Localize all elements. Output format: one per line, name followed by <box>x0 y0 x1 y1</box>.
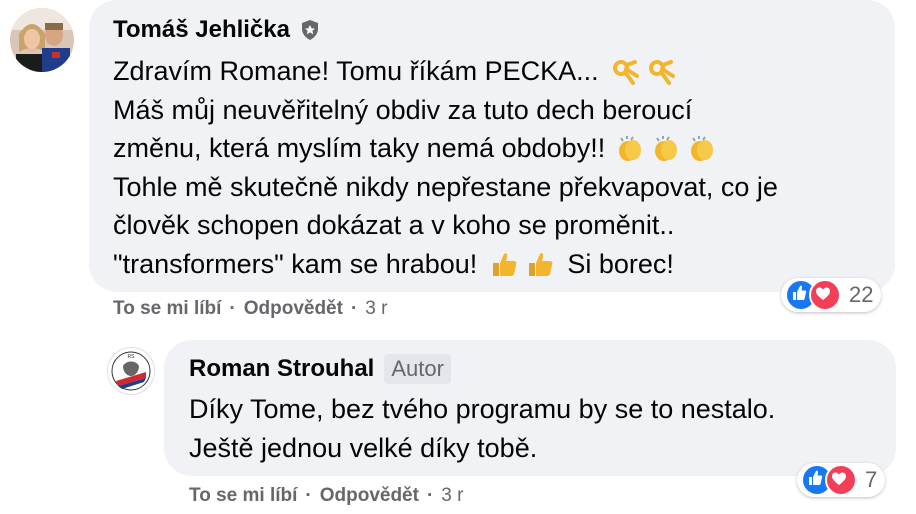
comment-line-suffix: Si borec! <box>567 248 674 279</box>
ok-hand-icon <box>645 56 675 86</box>
clapping-hands-icon <box>687 133 717 163</box>
reply-actions: To se mi líbí · Odpovědět · 3 r <box>189 485 463 507</box>
reply-time[interactable]: 3 r <box>441 485 463 507</box>
reply-author[interactable]: Roman Strouhal <box>189 354 374 384</box>
love-reaction-icon <box>825 464 857 496</box>
reply-text: Díky Tome, bez tvého programu by se to n… <box>189 390 775 467</box>
like-link[interactable]: To se mi líbí <box>113 298 221 320</box>
reaction-count: 7 <box>865 467 878 492</box>
reply-reactions[interactable]: 7 <box>797 463 886 497</box>
comment-line-text: "transformers" kam se hrabou! <box>113 248 478 279</box>
shield-icon <box>300 19 320 41</box>
comment-author[interactable]: Tomáš Jehlička <box>113 15 290 45</box>
reply-line-text: Díky Tome, bez tvého programu by se to n… <box>189 394 776 424</box>
comment-time[interactable]: 3 r <box>365 298 387 320</box>
comment-line: "transformers" kam se hrabou! Si borec! <box>113 245 778 284</box>
author-badge: Autor <box>384 354 451 384</box>
svg-text:RS: RS <box>128 354 136 360</box>
thumbs-up-icon <box>489 249 519 279</box>
comment-text: Zdravím Romane! Tomu říkám PECKA... Máš … <box>113 52 778 283</box>
reply-line: Ještě jednou velké díky tobě. <box>189 429 775 468</box>
comment-author-row: Tomáš Jehlička <box>113 15 778 45</box>
reply-link[interactable]: Odpovědět <box>320 485 419 507</box>
comment-line-text: člověk schopen dokázat a v koho se promě… <box>113 210 675 240</box>
reaction-count: 22 <box>849 282 874 307</box>
reply-author-row: Roman Strouhal Autor <box>189 354 775 384</box>
reply-bubble: Roman Strouhal Autor Díky Tome, bez tvéh… <box>164 340 896 476</box>
comment-actions: To se mi líbí · Odpovědět · 3 r <box>113 298 387 320</box>
separator-dot: · <box>229 298 236 319</box>
comment-line-text: Máš můj neuvěřitelný obdiv za tuto dech … <box>113 94 693 125</box>
reply-line-text: Ještě jednou velké díky tobě. <box>189 432 538 463</box>
reply-link[interactable]: Odpovědět <box>244 298 343 320</box>
avatar-roman[interactable]: RS <box>107 347 155 395</box>
separator-dot: · <box>426 485 434 506</box>
ok-hand-icon <box>609 56 639 86</box>
comment-line: Máš můj neuvěřitelný obdiv za tuto dech … <box>113 91 778 130</box>
love-reaction-icon <box>809 279 841 311</box>
comment-line-text: Tohle mě skutečně nikdy nepřestane překv… <box>113 171 778 202</box>
comment-line: Zdravím Romane! Tomu říkám PECKA... <box>113 52 778 91</box>
comment-line-text: Zdravím Romane! Tomu říkám PECKA... <box>113 56 599 86</box>
like-link[interactable]: To se mi líbí <box>189 485 297 507</box>
comment-reactions[interactable]: 22 <box>781 278 882 312</box>
comment-line: Tohle mě skutečně nikdy nepřestane překv… <box>113 168 778 207</box>
reaction-icons <box>801 464 857 496</box>
comment-line-text: změnu, která myslím taky nemá obdoby!! <box>113 133 606 163</box>
separator-dot: · <box>350 298 358 319</box>
thumbs-up-icon <box>525 249 555 279</box>
separator-dot: · <box>305 485 312 506</box>
reply-line: Díky Tome, bez tvého programu by se to n… <box>189 390 775 429</box>
comment-line: člověk schopen dokázat a v koho se promě… <box>113 206 778 245</box>
clapping-hands-icon <box>615 133 645 163</box>
comment-bubble: Tomáš Jehlička Zdravím Romane! Tomu říká… <box>89 0 895 292</box>
reaction-icons <box>785 279 841 311</box>
clapping-hands-icon <box>651 133 681 163</box>
avatar-tomas[interactable] <box>10 8 74 72</box>
comment-line: změnu, která myslím taky nemá obdoby!! <box>113 129 778 168</box>
